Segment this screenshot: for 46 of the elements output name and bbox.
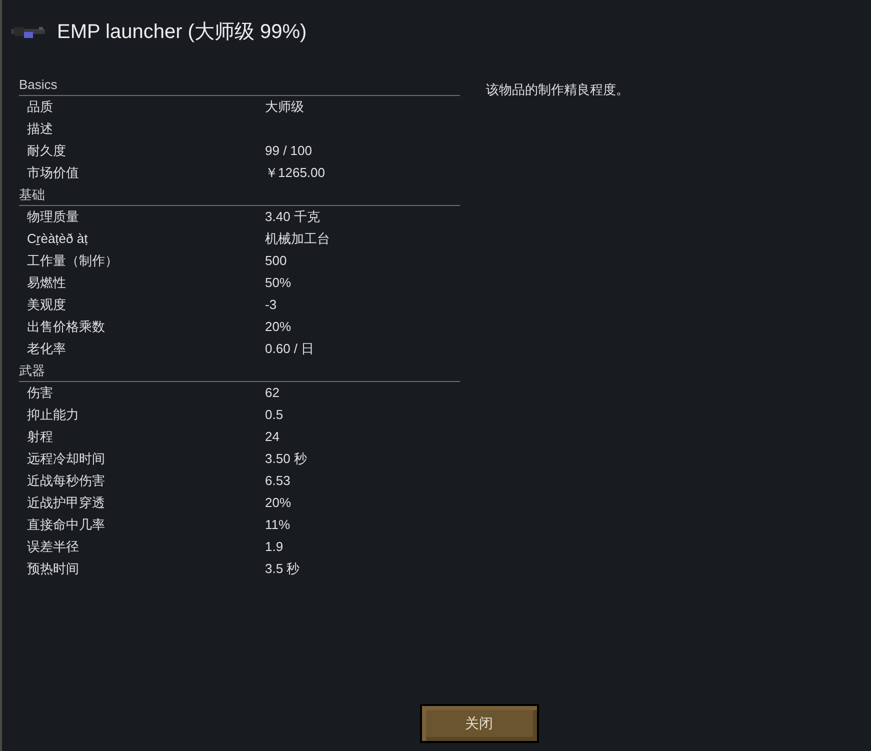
stat-label: Cr̠èàṭèð àṭ	[27, 230, 89, 248]
stat-value: 1.9	[265, 538, 284, 556]
launcher-icon	[11, 25, 45, 39]
section-header: Basics	[19, 76, 58, 94]
stat-value: ￥1265.00	[265, 164, 325, 182]
stat-label: 易燃性	[27, 274, 67, 292]
stat-label: 远程冷却时间	[27, 450, 106, 468]
stat-label: 描述	[27, 120, 54, 138]
stat-value: -3	[265, 296, 277, 314]
stat-label: 抑止能力	[27, 406, 80, 424]
stat-label: 市场价值	[27, 164, 80, 182]
stat-value: 24	[265, 428, 280, 446]
stat-label: 误差半径	[27, 538, 80, 556]
stat-value: 50%	[265, 274, 292, 292]
stat-label: 直接命中几率	[27, 516, 106, 534]
stat-label: 美观度	[27, 296, 67, 314]
stat-value: 6.53	[265, 472, 290, 490]
section-header: 基础	[19, 186, 45, 204]
stat-label: 老化率	[27, 340, 67, 358]
stat-value: 20%	[265, 494, 292, 512]
stat-value: 0.60 / 日	[265, 340, 314, 358]
close-button[interactable]: 关闭	[420, 704, 538, 743]
stat-label: 伤害	[27, 384, 54, 402]
stat-label: 预热时间	[27, 560, 80, 578]
stat-label: 出售价格乘数	[27, 318, 106, 336]
stat-label: 近战护甲穿透	[27, 494, 106, 512]
stat-value: 机械加工台	[265, 230, 330, 248]
stat-value: 99 / 100	[265, 142, 312, 160]
stat-value: 3.40 千克	[265, 208, 320, 226]
stat-label: 工作量（制作）	[27, 252, 119, 270]
stat-value: 11%	[265, 516, 290, 534]
stat-value: 0.5	[265, 406, 284, 424]
stat-value: 62	[265, 384, 280, 402]
stat-label: 近战每秒伤害	[27, 472, 106, 490]
stat-value: 500	[265, 252, 287, 270]
stat-label: 射程	[27, 428, 54, 446]
stat-label: 物理质量	[27, 208, 80, 226]
stat-value: 3.50 秒	[265, 450, 307, 468]
window-title: EMP launcher (大师级 99%)	[57, 20, 307, 45]
section-header: 武器	[19, 362, 45, 380]
stat-label: 耐久度	[27, 142, 67, 160]
stat-value: 大师级	[265, 98, 304, 116]
stat-label: 品质	[27, 98, 54, 116]
description-text: 该物品的制作精良程度。	[486, 82, 629, 97]
stat-value: 3.5 秒	[265, 560, 300, 578]
stat-value: 20%	[265, 318, 292, 336]
